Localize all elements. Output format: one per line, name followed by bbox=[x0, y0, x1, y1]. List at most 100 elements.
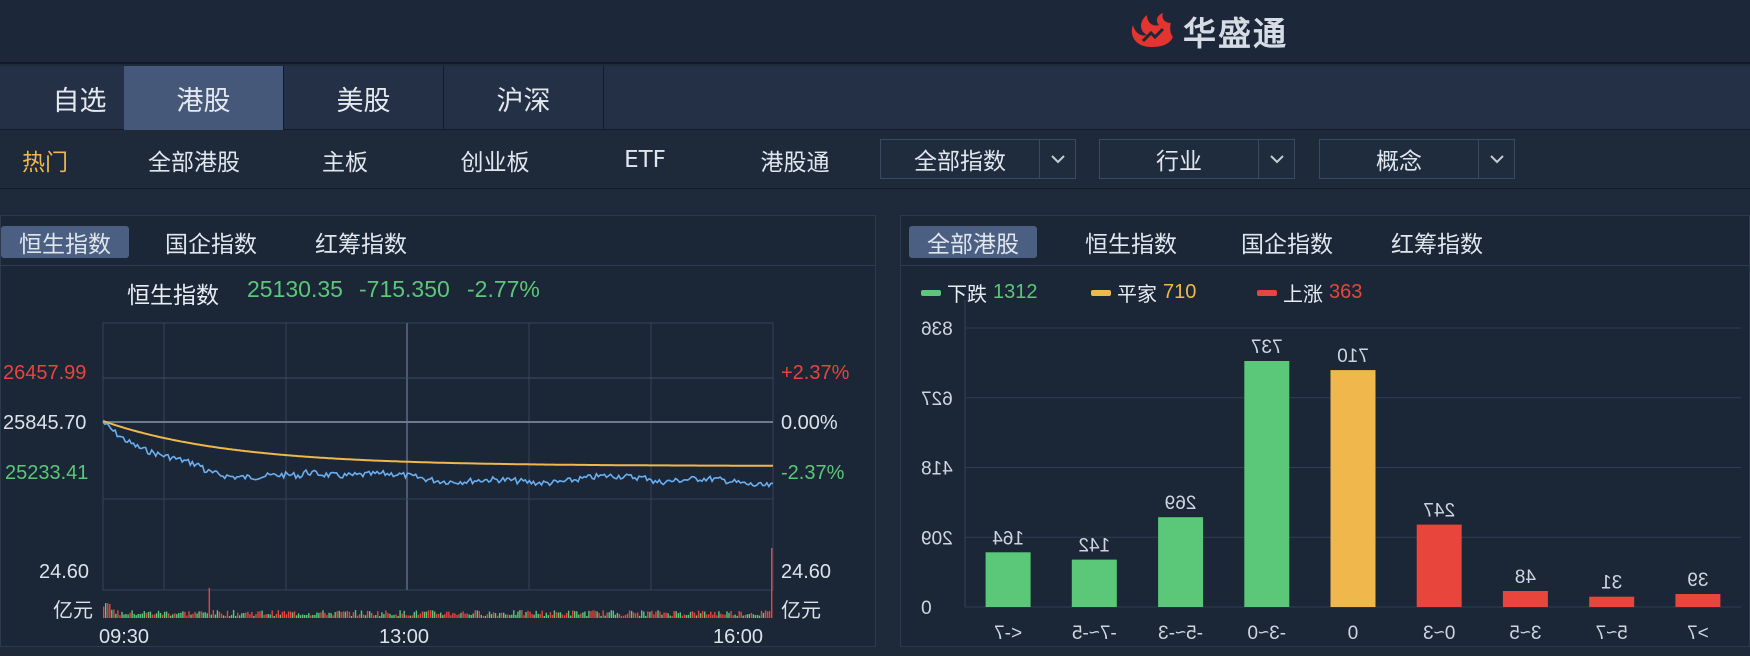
nav-gem[interactable]: 创业板 bbox=[440, 131, 550, 189]
bar-value-label: 269 bbox=[1165, 493, 1197, 514]
volume-bar bbox=[685, 615, 688, 618]
volume-bar bbox=[222, 615, 225, 618]
volume-bar bbox=[218, 611, 221, 618]
nav-stock-connect[interactable]: 港股通 bbox=[740, 131, 850, 189]
volume-bar bbox=[667, 613, 669, 618]
volume-bar bbox=[105, 603, 107, 618]
volume-bar bbox=[322, 610, 324, 618]
volume-bar bbox=[395, 614, 397, 618]
bar-0[interactable] bbox=[985, 552, 1031, 607]
volume-bar bbox=[732, 615, 734, 618]
volume-bar bbox=[387, 612, 389, 618]
bar-7[interactable] bbox=[1589, 596, 1635, 607]
volume-bar bbox=[726, 611, 728, 618]
volume-bar bbox=[464, 613, 466, 618]
volume-bar bbox=[310, 615, 312, 618]
volume-bar bbox=[771, 548, 773, 618]
volume-bar bbox=[746, 614, 748, 618]
volume-bar bbox=[736, 615, 738, 618]
volume-bar bbox=[379, 616, 381, 618]
nav-main-board[interactable]: 主板 bbox=[300, 131, 390, 189]
volume-bar bbox=[153, 614, 156, 618]
volume-bar bbox=[151, 614, 154, 618]
pct-mid-label: 0.00% bbox=[781, 412, 838, 434]
volume-bar bbox=[212, 610, 214, 618]
volume-bar bbox=[230, 614, 233, 618]
y-tick-label: 209 bbox=[921, 528, 953, 549]
volume-bar bbox=[553, 610, 556, 618]
volume-bars bbox=[103, 548, 773, 618]
volume-bar bbox=[622, 615, 625, 618]
concept-dropdown[interactable]: 概念 bbox=[1319, 139, 1515, 179]
volume-bar bbox=[446, 611, 448, 618]
price-grid bbox=[102, 322, 774, 591]
volume-bar bbox=[373, 615, 375, 618]
volume-bar bbox=[722, 614, 724, 618]
volume-bar bbox=[762, 612, 765, 618]
bar-4[interactable] bbox=[1330, 370, 1376, 607]
volume-bar bbox=[695, 615, 698, 618]
nav-hot[interactable]: 热门 bbox=[0, 131, 90, 189]
volume-bar bbox=[206, 613, 208, 618]
volume-bar bbox=[663, 612, 665, 618]
category-nav: 热门 全部港股 主板 创业板 ETF 港股通 全部指数 行业 概念 bbox=[0, 131, 1750, 189]
volume-bar bbox=[413, 612, 415, 618]
industry-dropdown[interactable]: 行业 bbox=[1099, 139, 1295, 179]
volume-bar bbox=[657, 610, 659, 618]
volume-bar bbox=[429, 610, 432, 618]
bar-1[interactable] bbox=[1071, 559, 1117, 607]
volume-bar bbox=[472, 613, 474, 618]
volume-bar bbox=[683, 614, 686, 618]
volume-bar bbox=[204, 612, 206, 618]
nav-all-hk[interactable]: 全部港股 bbox=[134, 131, 254, 189]
volume-bar bbox=[320, 612, 322, 618]
index-dropdown[interactable]: 全部指数 bbox=[880, 139, 1076, 179]
volume-bar bbox=[401, 613, 403, 618]
volume-bar bbox=[155, 613, 158, 618]
volume-bar bbox=[354, 610, 357, 618]
volume-bar bbox=[210, 614, 212, 618]
volume-bar bbox=[275, 614, 277, 618]
volume-bar bbox=[202, 612, 204, 618]
volume-bar bbox=[163, 611, 166, 618]
tab-us-stocks[interactable]: 美股 bbox=[284, 66, 444, 130]
volume-bar bbox=[515, 614, 517, 618]
tab-hk-stocks[interactable]: 港股 bbox=[124, 66, 284, 130]
price-low-label: 25233.41 bbox=[5, 462, 88, 484]
volume-bar bbox=[281, 611, 284, 618]
volume-bar bbox=[665, 612, 667, 618]
nav-etf[interactable]: ETF bbox=[600, 131, 690, 189]
bar-8[interactable] bbox=[1675, 594, 1721, 607]
bar-value-label: 247 bbox=[1423, 501, 1455, 522]
volume-bar bbox=[533, 614, 535, 618]
volume-bar bbox=[724, 614, 726, 618]
volume-bar bbox=[269, 614, 271, 618]
volume-bar bbox=[448, 611, 450, 618]
volume-bar bbox=[768, 611, 771, 618]
volume-bar bbox=[500, 612, 503, 618]
volume-bar bbox=[630, 610, 633, 618]
volume-bar bbox=[375, 615, 377, 618]
volume-bar bbox=[547, 615, 549, 618]
bar-value-label: 142 bbox=[1078, 536, 1110, 557]
volume-bar bbox=[403, 610, 405, 618]
volume-bar bbox=[109, 604, 111, 618]
bar-2[interactable] bbox=[1158, 517, 1204, 607]
industry-dropdown-label: 行业 bbox=[1156, 149, 1202, 175]
y-tick-label: 418 bbox=[921, 459, 953, 480]
bar-3[interactable] bbox=[1244, 361, 1290, 607]
volume-bar bbox=[340, 612, 342, 618]
bar-5[interactable] bbox=[1416, 524, 1462, 607]
volume-bar bbox=[730, 611, 732, 618]
volume-bar bbox=[304, 615, 306, 618]
volume-bar bbox=[174, 613, 176, 618]
volume-bar bbox=[496, 615, 499, 618]
volume-bar bbox=[360, 610, 363, 618]
volume-bar bbox=[249, 614, 251, 618]
volume-bar bbox=[444, 614, 446, 618]
tab-a-shares[interactable]: 沪深 bbox=[444, 66, 604, 130]
volume-bar bbox=[565, 613, 568, 618]
volume-bar bbox=[511, 614, 513, 618]
bar-6[interactable] bbox=[1502, 591, 1548, 607]
volume-bar bbox=[634, 613, 637, 618]
